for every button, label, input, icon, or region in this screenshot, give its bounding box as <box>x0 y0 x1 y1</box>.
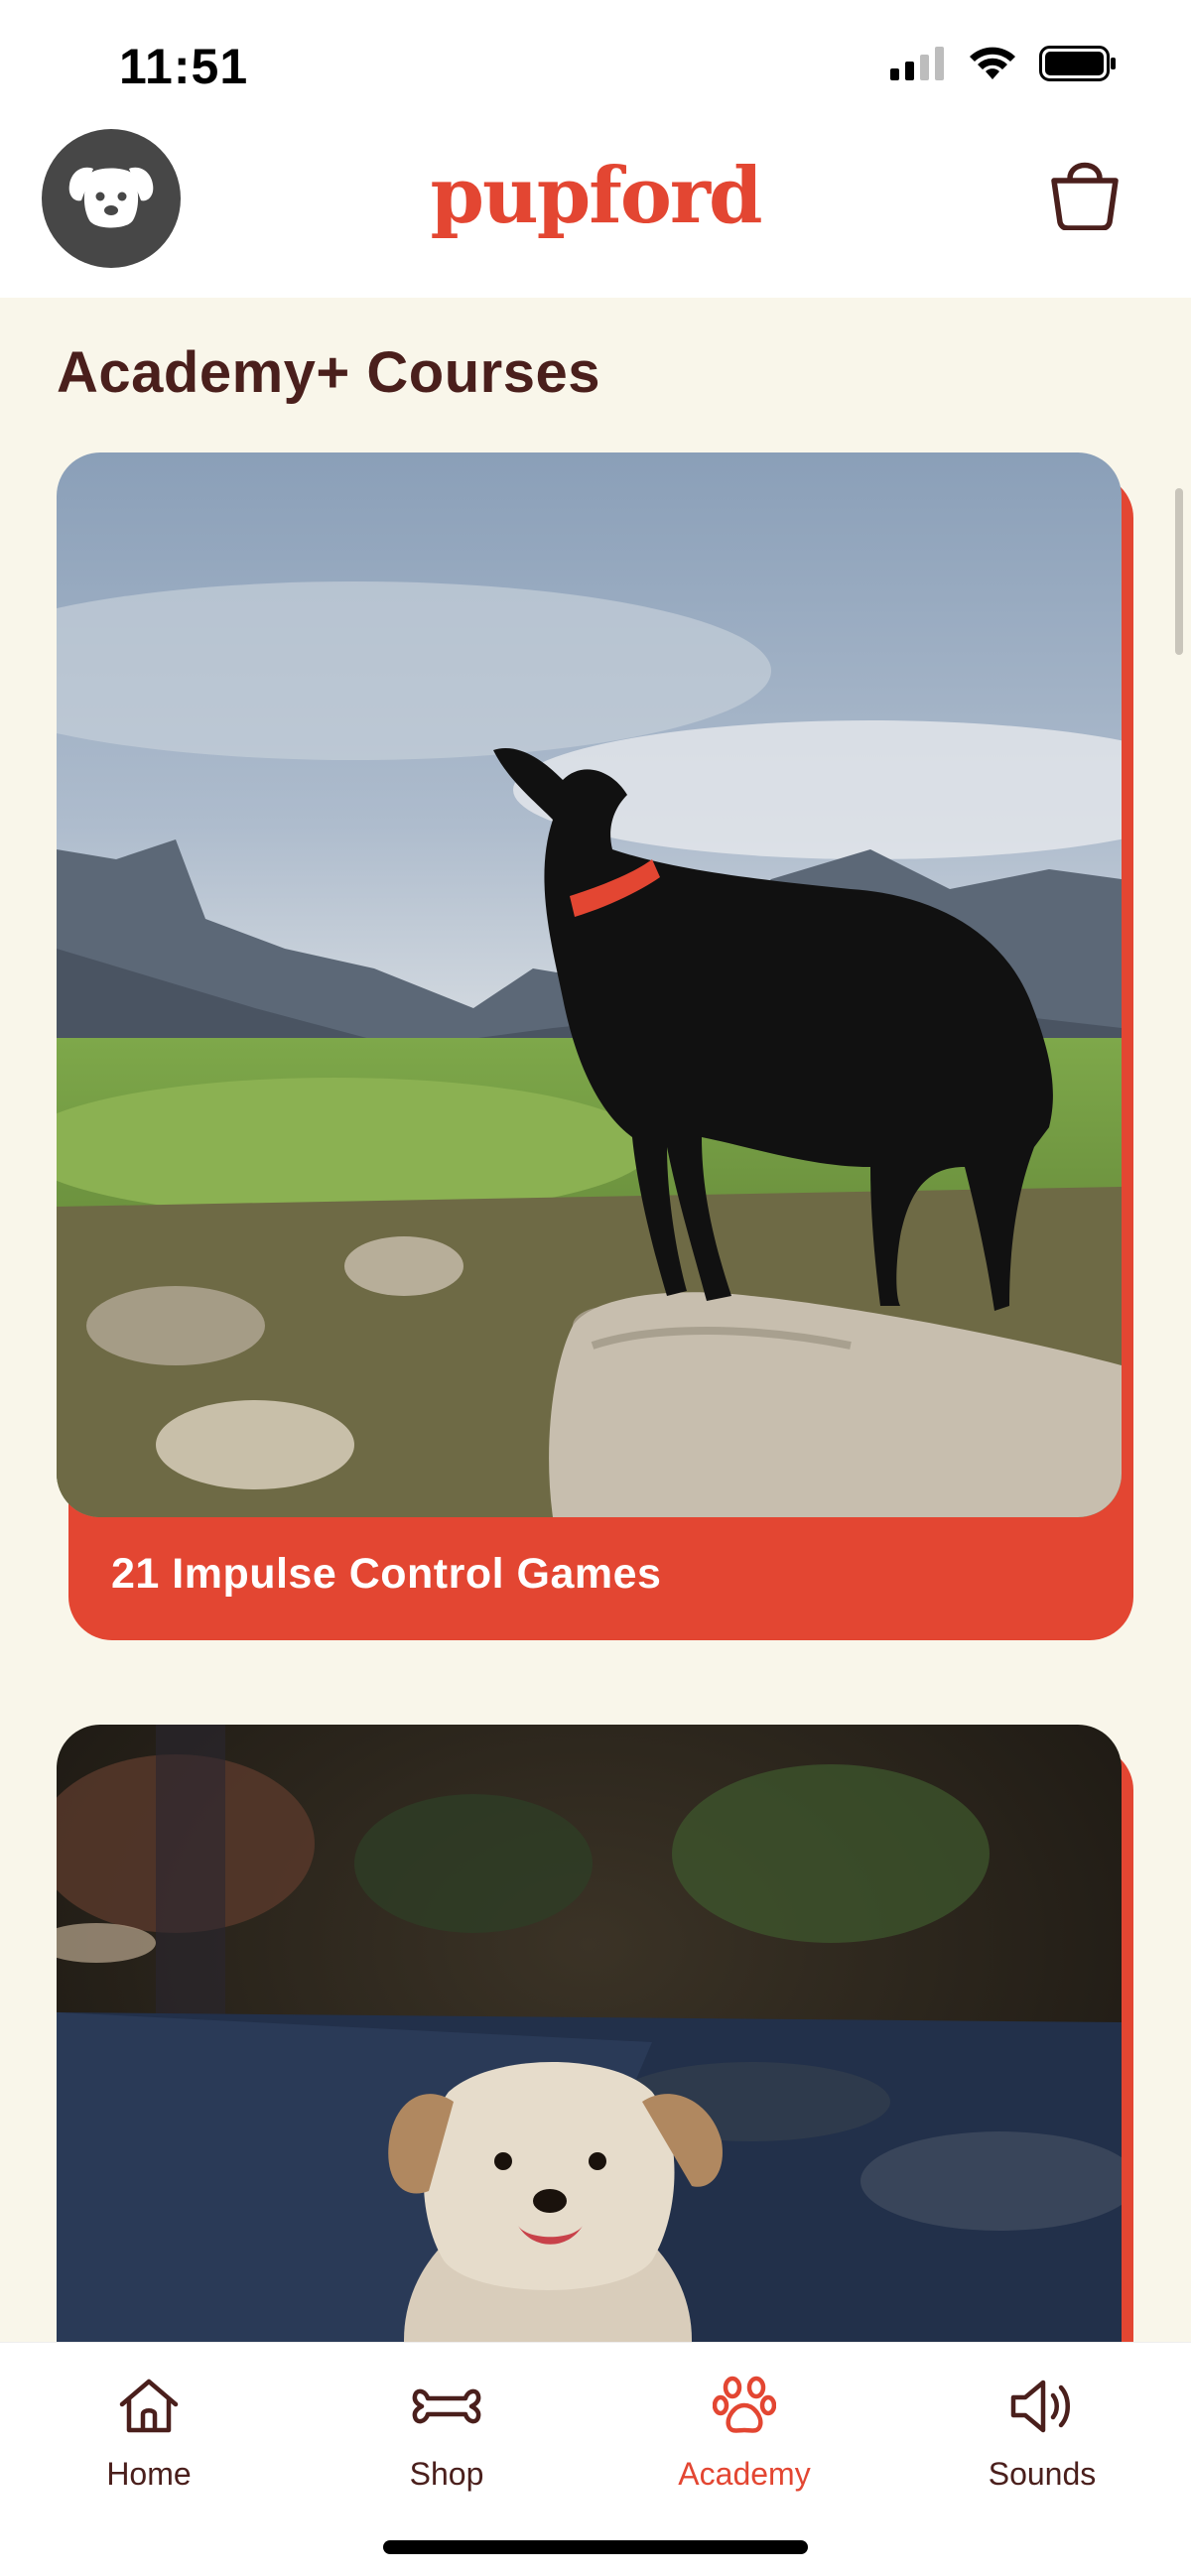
app-header: pupford <box>0 129 1191 298</box>
tab-home[interactable]: Home <box>50 2371 248 2493</box>
page-title: Academy+ Courses <box>57 340 600 405</box>
scroll-indicator[interactable] <box>1175 488 1183 655</box>
tab-label: Sounds <box>988 2456 1097 2492</box>
home-indicator[interactable] <box>383 2540 808 2554</box>
cellular-signal-icon <box>890 47 944 80</box>
tab-academy[interactable]: Academy <box>645 2371 844 2493</box>
dog-on-rock-photo <box>57 452 1122 1517</box>
home-icon <box>119 2379 179 2433</box>
brand-logo: pupford <box>430 151 762 241</box>
bone-icon <box>412 2388 481 2424</box>
tab-label: Shop <box>409 2456 484 2492</box>
tab-label: Home <box>106 2456 192 2492</box>
status-icons <box>890 46 1117 81</box>
course-title: 21 Impulse Control Games <box>111 1550 662 1598</box>
status-bar: 11:51 <box>0 0 1191 129</box>
tab-shop[interactable]: Shop <box>347 2371 546 2493</box>
tab-label: Academy <box>678 2456 811 2492</box>
course-image <box>57 452 1122 1517</box>
course-card[interactable] <box>57 1725 1133 2342</box>
speaker-icon <box>1010 2380 1070 2433</box>
course-image <box>57 1725 1122 2342</box>
course-card[interactable]: 21 Impulse Control Games <box>57 452 1133 1640</box>
status-time: 11:51 <box>119 39 249 94</box>
paw-icon <box>713 2376 776 2433</box>
shopping-bag-icon[interactable] <box>1048 151 1122 230</box>
wifi-icon <box>970 47 1015 79</box>
tab-sounds[interactable]: Sounds <box>943 2371 1141 2493</box>
puppy-photo <box>57 1725 1122 2342</box>
main-content: Academy+ Courses 21 Impulse Control Game… <box>0 298 1191 2342</box>
battery-icon <box>1039 46 1116 81</box>
